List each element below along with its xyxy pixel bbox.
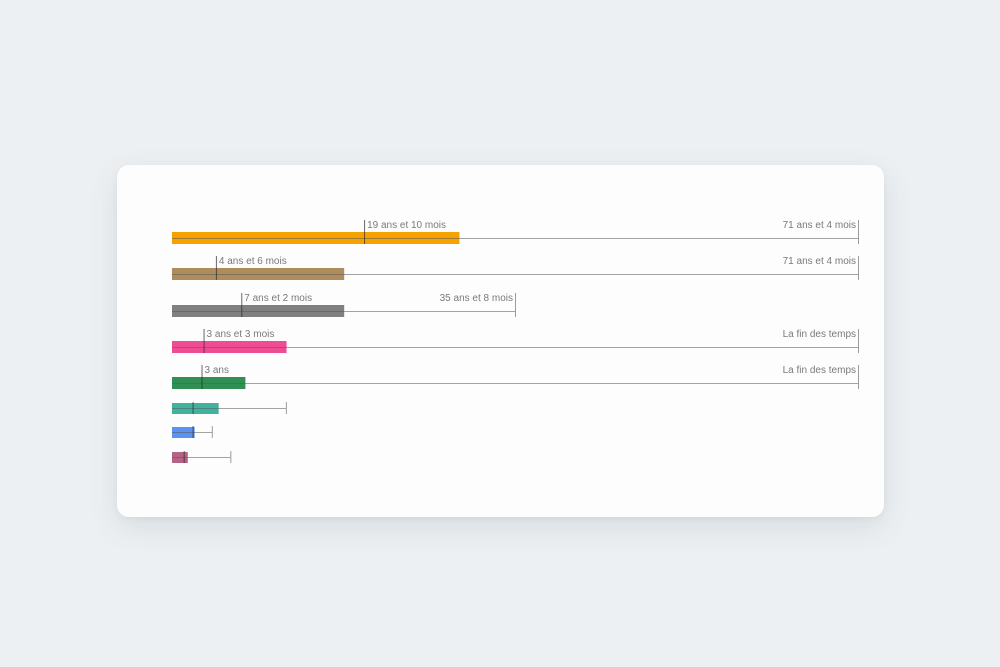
end-label-row-1: 71 ans et 4 mois: [783, 220, 856, 231]
marker-label-row-3: 7 ans et 2 mois: [244, 293, 312, 304]
timeline-bar-chart: 19 ans et 10 mois 71 ans et 4 mois 4 ans e…: [172, 220, 859, 463]
marker-label-row-4: 3 ans et 3 mois: [207, 329, 275, 340]
marker-label-row-1: 19 ans et 10 mois: [367, 220, 446, 231]
end-label-row-3: 35 ans et 8 mois: [440, 293, 513, 304]
marker-label-row-2: 4 ans et 6 mois: [219, 256, 287, 267]
chart-card: 19 ans et 10 mois 71 ans et 4 mois 4 ans e…: [117, 165, 884, 517]
end-label-row-2: 71 ans et 4 mois: [783, 256, 856, 267]
marker-label-row-5: 3 ans: [204, 365, 228, 376]
end-label-row-5: La fin des temps: [783, 365, 856, 376]
end-label-row-4: La fin des temps: [783, 329, 856, 340]
